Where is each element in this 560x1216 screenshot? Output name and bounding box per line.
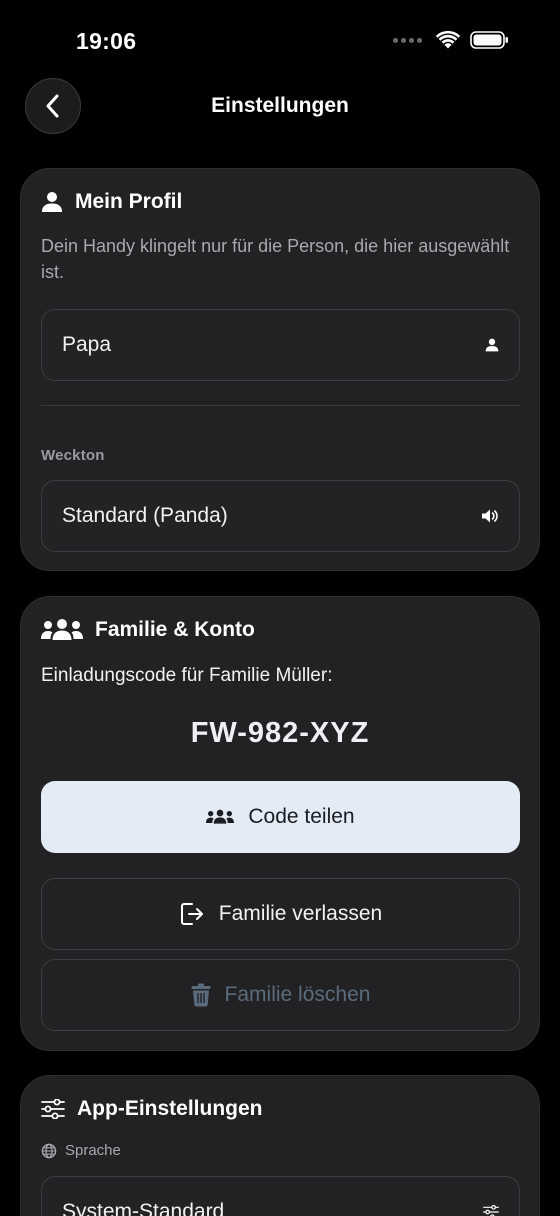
status-time: 19:06 [76,28,137,54]
share-code-label: Code teilen [248,805,355,828]
globe-icon [41,1143,57,1158]
family-title: Familie & Konto [95,618,255,641]
leave-family-button[interactable]: Familie verlassen [41,878,520,950]
app-settings-title: App-Einstellungen [77,1097,263,1120]
invite-code: FW-982-XYZ [190,717,370,749]
ringtone-value: Standard (Panda) [62,504,228,527]
status-bar: 19:06 [0,0,560,80]
status-icons [393,30,510,50]
page-title: Einstellungen [211,94,349,117]
ringtone-label: Weckton [41,447,105,464]
share-code-button[interactable]: Code teilen [41,781,520,853]
language-value: System-Standard [62,1200,225,1216]
sliders-icon [483,1205,499,1216]
app-settings-card: App-Einstellungen Sprache System-Standar… [20,1075,540,1216]
signal-icon [393,37,422,43]
person-value: Papa [62,333,112,356]
delete-family-label: Familie löschen [224,983,371,1006]
invite-label: Einladungscode für Familie Müller: [41,665,333,686]
language-select[interactable]: System-Standard [41,1176,520,1216]
leave-family-label: Familie verlassen [218,902,383,925]
person-icon [485,338,499,352]
battery-icon [470,31,508,49]
wifi-icon [435,30,461,49]
speaker-icon [482,509,498,523]
family-header: Familie & Konto [41,618,255,642]
profile-hint: Dein Handy klingelt nur für die Person, … [41,236,510,282]
profile-header: Mein Profil [41,190,182,214]
ringtone-select[interactable]: Standard (Panda) [41,480,520,552]
language-label-row: Sprache [41,1142,121,1159]
group-icon [41,619,83,640]
trash-icon [191,983,211,1007]
profile-card: Mein Profil Dein Handy klingelt nur für … [20,168,540,571]
delete-family-button[interactable]: Familie löschen [41,959,520,1031]
profile-title: Mein Profil [75,190,183,213]
person-icon [42,192,62,212]
divider [41,405,520,406]
group-icon [206,809,235,824]
person-select[interactable]: Papa [41,309,520,381]
logout-icon [180,903,203,925]
app-settings-header: App-Einstellungen [41,1097,263,1121]
family-card: Familie & Konto Einladungscode für Famil… [20,596,540,1051]
navigation-bar: Einstellungen [0,78,560,136]
language-label: Sprache [65,1142,121,1159]
sliders-icon [41,1099,65,1119]
